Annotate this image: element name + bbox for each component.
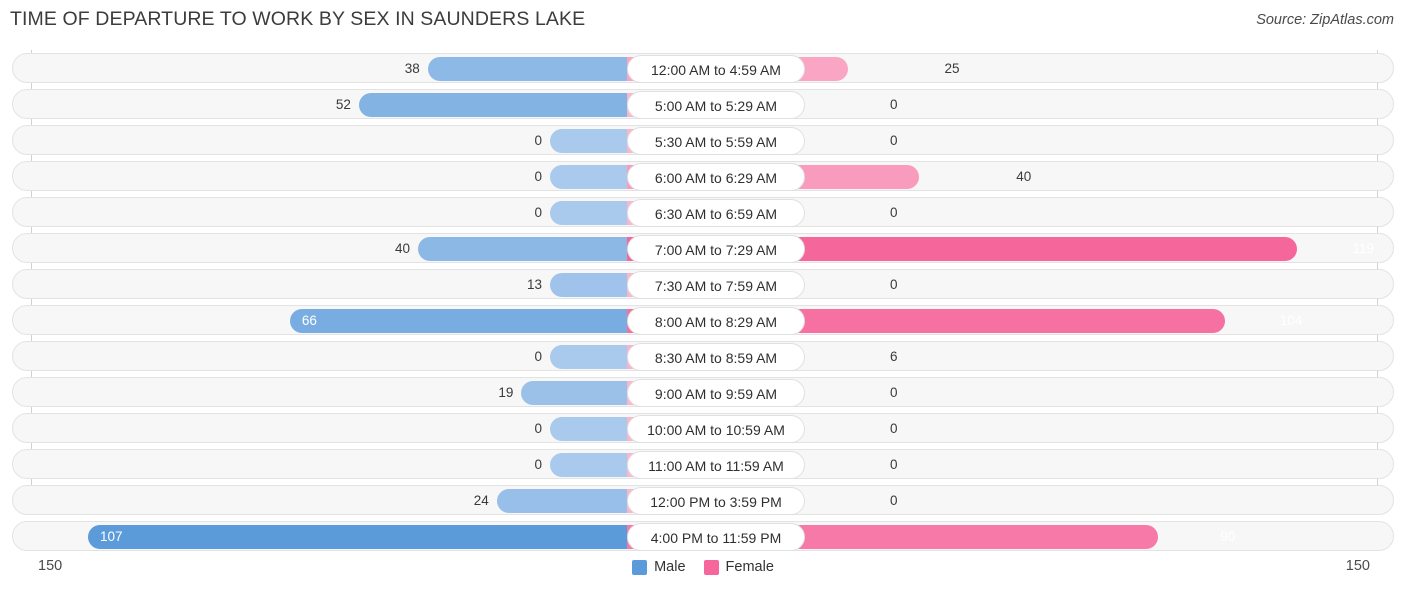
category-label: 5:30 AM to 5:59 AM [627,127,805,155]
page-title: TIME OF DEPARTURE TO WORK BY SEX IN SAUN… [10,8,586,30]
bar-value-male: 38 [404,61,420,76]
table-row: 0 0 11:00 AM to 11:59 AM [12,449,1394,479]
table-row: 0 0 6:30 AM to 6:59 AM [12,197,1394,227]
category-label: 10:00 AM to 10:59 AM [627,415,805,443]
category-label: 8:00 AM to 8:29 AM [627,307,805,335]
legend-swatch-icon [632,559,648,575]
bar-value-male: 0 [534,169,542,184]
legend-item-female[interactable]: Female [703,559,774,575]
bar-value-male: 107 [100,529,123,544]
category-label: 12:00 PM to 3:59 PM [627,487,805,515]
source-attribution: Source: ZipAtlas.com [1256,12,1394,28]
bar-value-female: 0 [890,457,898,472]
chart-footer: 150 150 Male Female [0,555,1406,594]
table-row: 0 40 6:00 AM to 6:29 AM [12,161,1394,191]
table-row: 52 0 5:00 AM to 5:29 AM [12,89,1394,119]
table-row: 107 90 4:00 PM to 11:59 PM [12,521,1394,551]
category-label: 5:00 AM to 5:29 AM [627,91,805,119]
bar-value-male: 0 [534,421,542,436]
table-row: 0 0 10:00 AM to 10:59 AM [12,413,1394,443]
category-label: 6:00 AM to 6:29 AM [627,163,805,191]
table-row: 13 0 7:30 AM to 7:59 AM [12,269,1394,299]
bar-value-male: 24 [473,493,489,508]
bar-value-female: 40 [1016,169,1032,184]
category-label: 8:30 AM to 8:59 AM [627,343,805,371]
bar-value-female: 119 [1352,241,1374,256]
table-row: 38 25 12:00 AM to 4:59 AM [12,53,1394,83]
legend-label: Female [725,559,774,575]
bar-value-male: 52 [335,97,351,112]
category-label: 7:30 AM to 7:59 AM [627,271,805,299]
legend-swatch-icon [703,559,719,575]
table-row: 66 104 8:00 AM to 8:29 AM [12,305,1394,335]
bar-value-female: 0 [890,385,898,400]
bar-value-male: 19 [498,385,514,400]
bar-value-female: 90 [1220,529,1236,544]
bar-value-female: 0 [890,493,898,508]
category-label: 9:00 AM to 9:59 AM [627,379,805,407]
table-row: 0 0 5:30 AM to 5:59 AM [12,125,1394,155]
bar-value-female: 0 [890,421,898,436]
bar-value-female: 0 [890,205,898,220]
bar-male [88,525,716,549]
legend-label: Male [654,559,686,575]
bar-value-male: 40 [394,241,410,256]
chart-plot-area: 38 25 12:00 AM to 4:59 AM 52 0 5:00 AM to 5:2… [0,50,1406,555]
table-row: 24 0 12:00 PM to 3:59 PM [12,485,1394,515]
table-row: 40 119 7:00 AM to 7:29 AM [12,233,1394,263]
table-row: 19 0 9:00 AM to 9:59 AM [12,377,1394,407]
category-label: 12:00 AM to 4:59 AM [627,55,805,83]
category-label: 6:30 AM to 6:59 AM [627,199,805,227]
table-row: 0 6 8:30 AM to 8:59 AM [12,341,1394,371]
legend-item-male[interactable]: Male [632,559,686,575]
bar-value-female: 0 [890,277,898,292]
category-label: 4:00 PM to 11:59 PM [627,523,805,551]
bar-value-male: 0 [534,457,542,472]
bar-value-female: 25 [944,61,960,76]
bar-value-male: 0 [534,133,542,148]
bar-value-male: 0 [534,205,542,220]
bar-value-female: 0 [890,97,898,112]
bar-value-female: 6 [890,349,898,364]
bar-value-male: 66 [301,313,317,328]
bar-value-female: 0 [890,133,898,148]
bar-value-male: 0 [534,349,542,364]
bar-value-female: 104 [1279,313,1303,328]
bar-value-male: 13 [526,277,542,292]
chart-legend: Male Female [0,559,1406,575]
category-label: 7:00 AM to 7:29 AM [627,235,805,263]
category-label: 11:00 AM to 11:59 AM [627,451,805,479]
